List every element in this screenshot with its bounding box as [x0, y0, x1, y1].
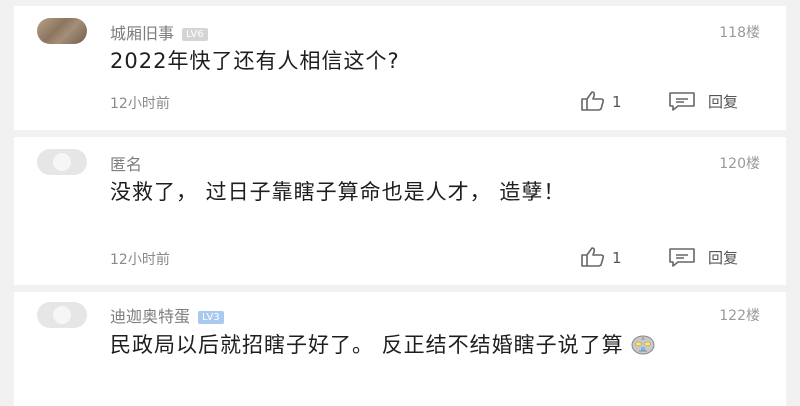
floor-number: 118楼	[719, 25, 760, 41]
username-text[interactable]: 迪迦奥特蛋	[110, 307, 190, 326]
avatar[interactable]	[37, 18, 87, 44]
thumbs-up-icon	[581, 91, 605, 111]
divider	[14, 285, 786, 292]
comment-item: 迪迦奥特蛋 LV3 122楼 民政局以后就招瞎子好了。 反正结不结婚瞎子说了算	[14, 292, 786, 406]
comment-list: 城厢旧事 LV6 118楼 2022年快了还有人相信这个? 12小时前 1 回复 …	[14, 6, 786, 406]
comment-time: 12小时前	[110, 96, 170, 112]
thumbs-up-icon	[581, 247, 605, 267]
comment-text: 民政局以后就招瞎子好了。 反正结不结婚瞎子说了算	[110, 330, 730, 361]
like-count: 1	[612, 249, 622, 267]
comment-bubble-icon	[669, 248, 695, 267]
like-count: 1	[612, 93, 622, 111]
avatar[interactable]	[37, 149, 87, 175]
comment-text: 没救了， 过日子靠瞎子算命也是人才， 造孽！	[110, 180, 566, 204]
avatar[interactable]	[37, 302, 87, 328]
comment-username[interactable]: 迪迦奥特蛋 LV3	[110, 303, 224, 327]
username-text[interactable]: 城厢旧事	[110, 24, 174, 43]
floor-number: 122楼	[719, 308, 760, 324]
comment-text: 2022年快了还有人相信这个?	[110, 49, 400, 73]
reply-button[interactable]: 回复	[668, 91, 738, 112]
username-text[interactable]: 匿名	[110, 155, 142, 174]
reply-label: 回复	[708, 93, 739, 111]
comment-item: 城厢旧事 LV6 118楼 2022年快了还有人相信这个? 12小时前 1 回复	[14, 6, 786, 130]
level-badge: LV6	[182, 28, 208, 41]
reply-button[interactable]: 回复	[668, 247, 738, 268]
level-badge: LV3	[198, 311, 224, 324]
comment-item: 匿名 120楼 没救了， 过日子靠瞎子算命也是人才， 造孽！ 12小时前 1 回…	[14, 137, 786, 285]
comment-username[interactable]: 城厢旧事 LV6	[110, 20, 208, 44]
comment-bubble-icon	[669, 92, 695, 111]
reply-label: 回复	[708, 249, 739, 267]
floor-number: 120楼	[719, 156, 760, 172]
ultraman-emoji-icon	[630, 333, 656, 355]
comment-username[interactable]: 匿名	[110, 151, 142, 175]
like-button[interactable]: 1	[580, 247, 622, 267]
like-button[interactable]: 1	[580, 91, 622, 111]
comment-time: 12小时前	[110, 252, 170, 268]
divider	[14, 130, 786, 137]
comment-text-body: 民政局以后就招瞎子好了。 反正结不结婚瞎子说了算	[110, 333, 624, 357]
